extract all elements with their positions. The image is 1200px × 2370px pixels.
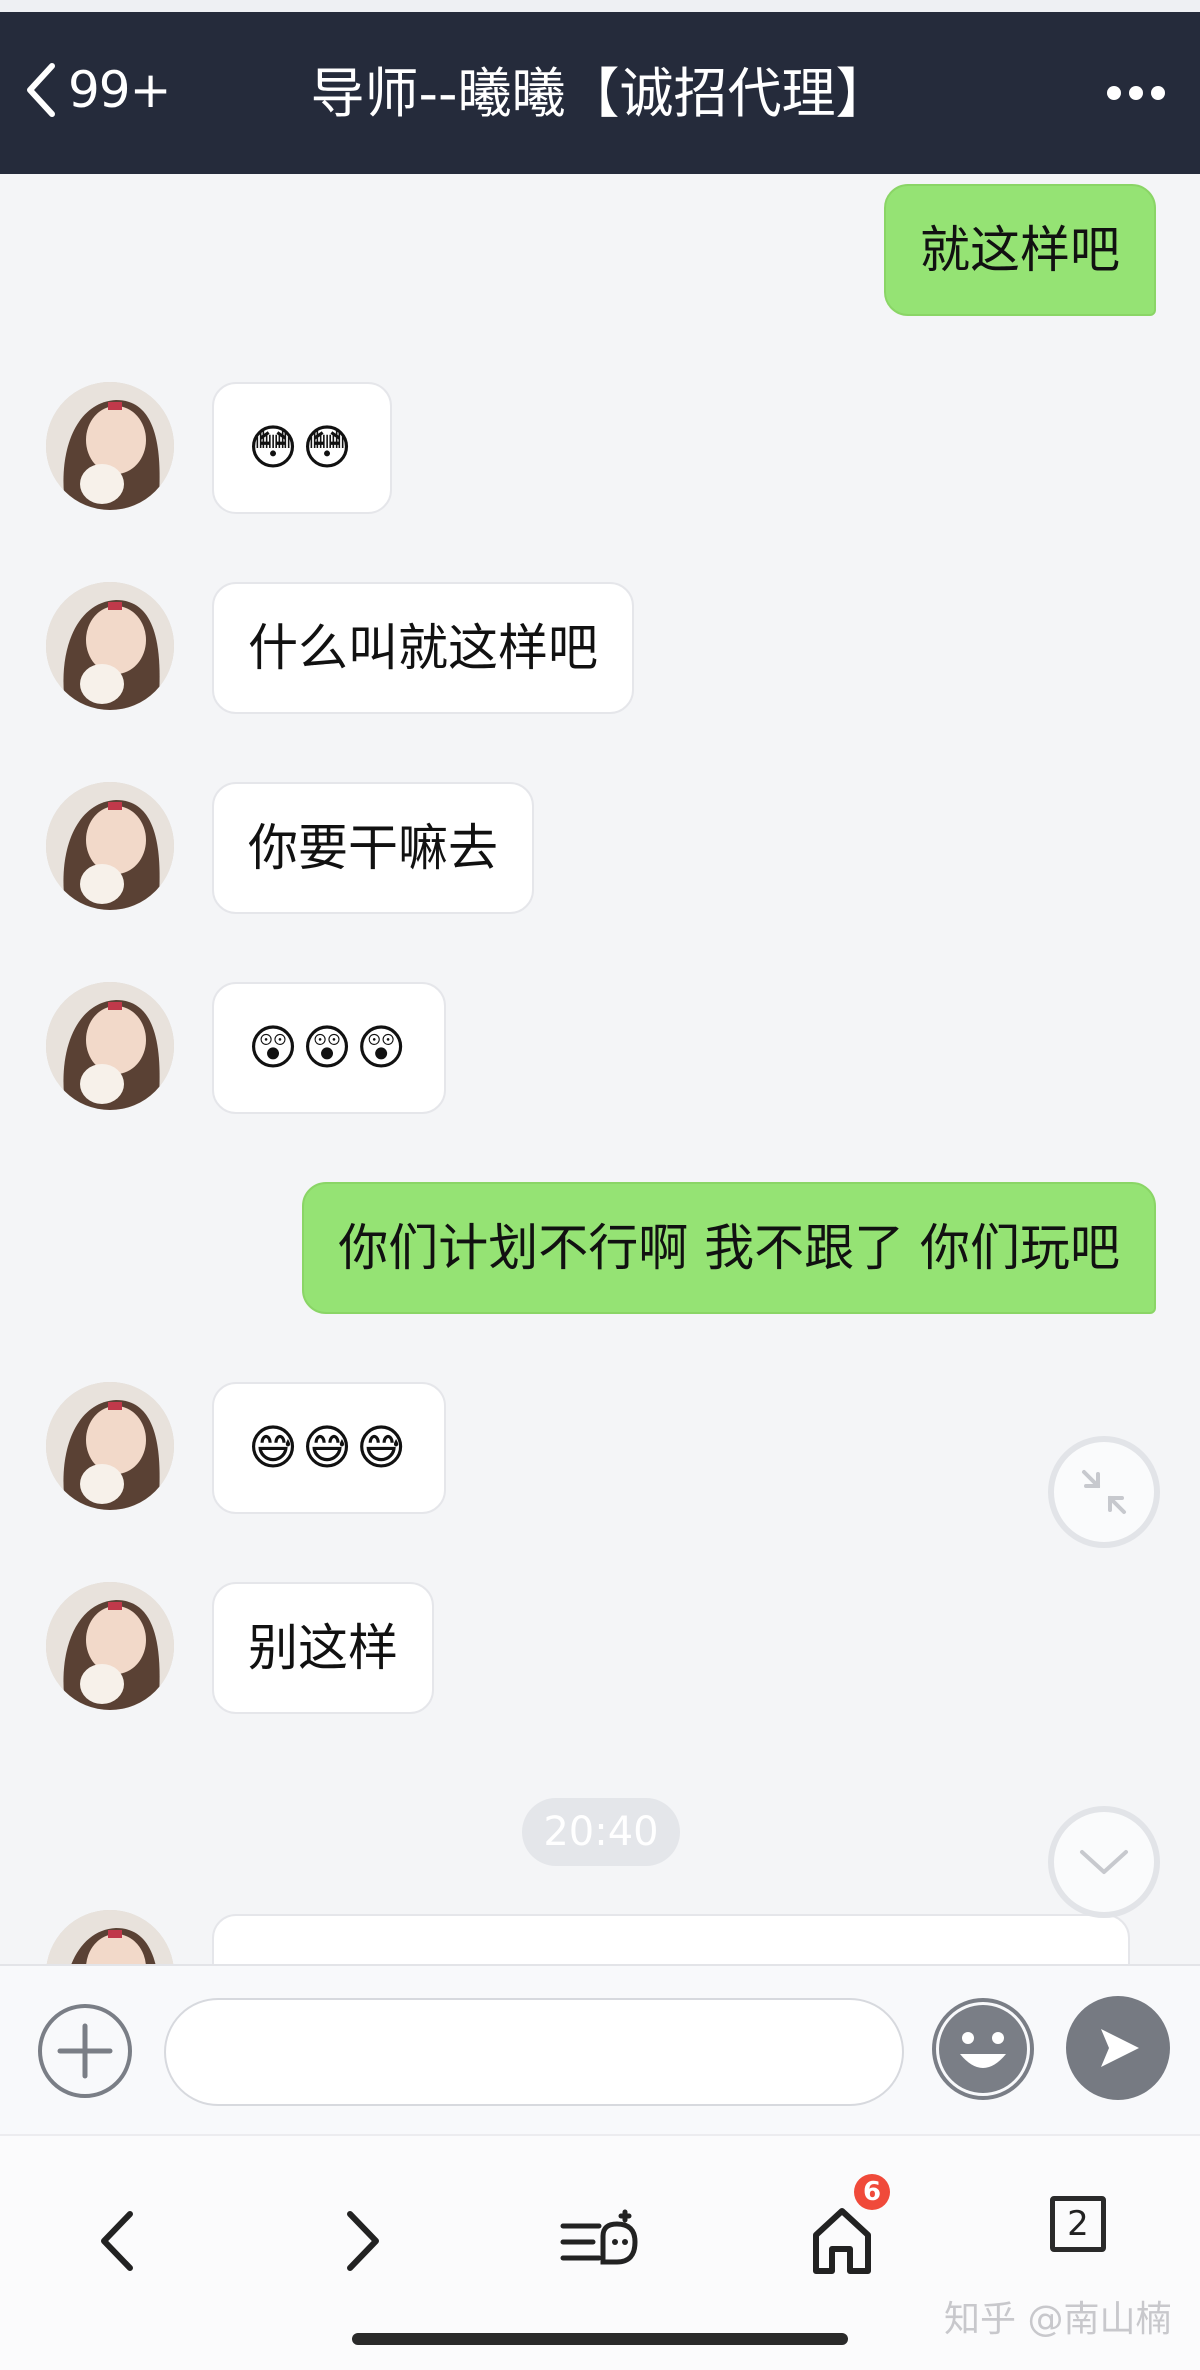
chevron-right-icon (347, 2211, 379, 2271)
avatar-image (46, 782, 174, 910)
chat-title: 导师--曦曦【诚招代理】 (310, 62, 890, 125)
avatar-image (46, 1910, 174, 1964)
message-bubble-incoming[interactable]: 别这样 (212, 1582, 434, 1714)
chat-header: 99+ 导师--曦曦【诚招代理】 (0, 12, 1200, 174)
scroll-down-button[interactable] (1048, 1806, 1160, 1918)
back-button[interactable]: 99+ (22, 60, 172, 120)
message-bubble-incoming[interactable]: 什么叫就这样吧 (212, 582, 634, 714)
menu-assistant-icon (560, 2209, 638, 2265)
message-bubble-incoming[interactable]: 😲😲😲 (212, 982, 447, 1114)
avatar[interactable] (46, 982, 174, 1110)
chevron-left-icon (101, 2211, 133, 2271)
avatar[interactable] (46, 1382, 174, 1510)
avatar[interactable] (46, 1582, 174, 1710)
avatar[interactable] (46, 582, 174, 710)
unread-count: 99+ (68, 61, 172, 119)
emoji-icon[interactable] (930, 1996, 1036, 2102)
more-icon[interactable] (1106, 78, 1166, 108)
message-bubble-outgoing[interactable]: 你们计划不行啊 我不跟了 你们玩吧 (302, 1182, 1156, 1314)
chevron-down-icon (1080, 1850, 1128, 1874)
message-bubble-incoming[interactable]: 你别走 都没有盈利过 我理解你的心情 (212, 1914, 1130, 1964)
send-arrow-icon (1101, 2029, 1139, 2067)
watermark: 知乎 @南山楠 (944, 2299, 1172, 2340)
collapse-arrows-icon (1082, 1470, 1126, 1514)
avatar-image (46, 1582, 174, 1710)
avatar[interactable] (46, 382, 174, 510)
home-icon (813, 2208, 871, 2274)
collapse-button[interactable] (1048, 1436, 1160, 1548)
menu-button[interactable] (556, 2196, 646, 2286)
message-list[interactable]: 就这样吧 😳😳 什么叫就这样吧 你要干嘛去 😲😲😲 你们计划不行啊 我不跟了 你… (0, 174, 1200, 1964)
chevron-left-icon (27, 63, 55, 117)
message-input[interactable] (164, 1998, 904, 2106)
avatar-image (46, 982, 174, 1110)
avatar-image (46, 382, 174, 510)
browser-back-button[interactable] (72, 2196, 162, 2286)
notification-badge: 6 (854, 2174, 890, 2210)
send-button[interactable] (1066, 1996, 1170, 2100)
avatar-image (46, 1382, 174, 1510)
browser-forward-button[interactable] (318, 2196, 408, 2286)
time-separator: 20:40 (522, 1798, 680, 1866)
message-bubble-incoming[interactable]: 你要干嘛去 (212, 782, 534, 914)
tabs-button[interactable]: 2 (1050, 2196, 1106, 2252)
avatar[interactable] (46, 1910, 174, 1964)
plus-icon[interactable] (36, 2002, 134, 2100)
message-bubble-incoming[interactable]: 😳😳 (212, 382, 393, 514)
message-bubble-incoming[interactable]: 😅😅😅 (212, 1382, 447, 1514)
input-bar (0, 1964, 1200, 2136)
message-bubble-outgoing[interactable]: 就这样吧 (884, 184, 1156, 316)
home-indicator[interactable] (352, 2333, 848, 2345)
status-strip (0, 0, 1200, 12)
avatar-image (46, 582, 174, 710)
avatar[interactable] (46, 782, 174, 910)
